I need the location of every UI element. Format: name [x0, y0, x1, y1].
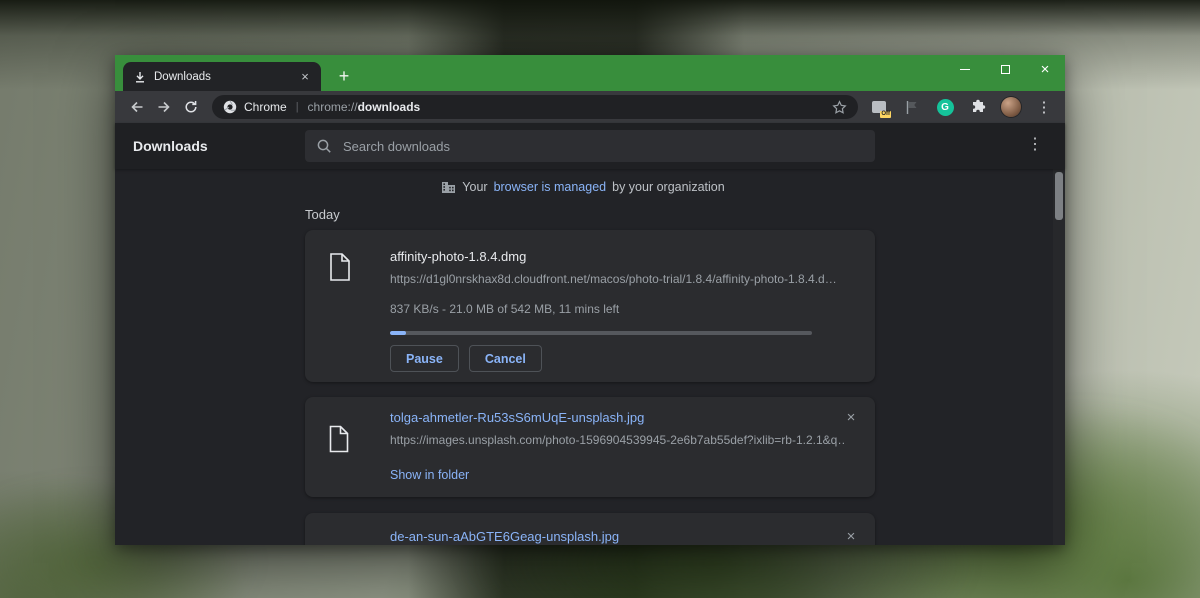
remove-download-button[interactable]: ×	[839, 405, 863, 429]
forward-button[interactable]	[150, 94, 177, 120]
profile-avatar[interactable]	[998, 94, 1024, 120]
extension-area: Off G ⋮	[866, 94, 1057, 120]
window-controls: ×	[945, 55, 1065, 84]
remove-download-button[interactable]: ×	[839, 524, 863, 545]
scrollbar-thumb[interactable]	[1055, 172, 1063, 220]
download-filename-link[interactable]: de-an-sun-aAbGTE6Geag-unsplash.jpg	[390, 529, 619, 544]
minimize-button[interactable]	[945, 55, 985, 84]
tab-title: Downloads	[154, 70, 211, 83]
show-in-folder-link[interactable]: Show in folder	[390, 468, 469, 482]
progress-fill	[390, 331, 407, 335]
extensions-puzzle-icon[interactable]	[965, 94, 991, 120]
desktop-background: Downloads × + × Chrome | chrome:// downl…	[0, 0, 1200, 598]
downloads-content: Your browser is managed by your organiza…	[115, 169, 1065, 545]
window-titlebar: Downloads × + ×	[115, 55, 1065, 91]
grammarly-extension-icon[interactable]: G	[932, 94, 958, 120]
file-icon	[328, 425, 350, 458]
close-icon: ×	[1040, 61, 1050, 78]
browser-menu-button[interactable]: ⋮	[1031, 94, 1057, 120]
site-label: Chrome	[244, 100, 287, 114]
file-icon	[328, 252, 352, 287]
downloads-menu-button[interactable]: ⋮	[1027, 137, 1043, 153]
back-button[interactable]	[123, 94, 150, 120]
download-progress	[390, 331, 812, 335]
pause-button[interactable]: Pause	[390, 345, 459, 372]
section-label-today: Today	[305, 207, 340, 222]
browser-window: Downloads × + × Chrome | chrome:// downl…	[115, 55, 1065, 545]
maximize-button[interactable]	[985, 55, 1025, 84]
managed-notice: Your browser is managed by your organiza…	[115, 180, 1051, 194]
extension-off-icon[interactable]: Off	[866, 94, 892, 120]
cancel-button[interactable]: Cancel	[468, 345, 542, 372]
bookmark-star-icon[interactable]	[832, 99, 847, 115]
managed-text-after: by your organization	[612, 180, 725, 194]
maximize-icon	[1000, 65, 1010, 74]
organization-building-icon	[441, 180, 456, 194]
search-input[interactable]	[343, 138, 864, 154]
search-icon	[316, 138, 332, 154]
download-card-complete: tolga-ahmetler-Ru53sS6mUqE-unsplash.jpg …	[305, 397, 875, 497]
flag-extension-icon[interactable]	[899, 94, 925, 120]
search-box[interactable]	[305, 130, 875, 162]
download-url: https://images.unsplash.com/photo-159690…	[390, 433, 845, 447]
avatar-image	[1001, 97, 1021, 117]
url-scheme: chrome://	[307, 100, 358, 114]
page-scrollbar[interactable]	[1053, 169, 1065, 545]
close-button[interactable]: ×	[1025, 55, 1065, 84]
download-status: 837 KB/s - 21.0 MB of 542 MB, 11 mins le…	[390, 302, 620, 316]
download-filename-link[interactable]: tolga-ahmetler-Ru53sS6mUqE-unsplash.jpg	[390, 410, 644, 425]
page-title: Downloads	[133, 138, 208, 154]
chrome-logo-icon	[223, 100, 237, 114]
download-card-in-progress: affinity-photo-1.8.4.dmg https://d1gl0nr…	[305, 230, 875, 382]
new-tab-button[interactable]: +	[331, 64, 357, 88]
download-actions: Pause Cancel	[390, 345, 542, 372]
url-page: downloads	[357, 100, 421, 114]
download-url: https://d1gl0nrskhax8d.cloudfront.net/ma…	[390, 272, 837, 286]
tab-close-icon[interactable]: ×	[298, 70, 312, 83]
tab-downloads[interactable]: Downloads ×	[123, 62, 321, 91]
download-card-partial: de-an-sun-aAbGTE6Geag-unsplash.jpg ×	[305, 513, 875, 545]
browser-toolbar: Chrome | chrome://downloads Off G ⋮	[115, 91, 1065, 123]
kebab-menu-icon: ⋮	[1036, 98, 1052, 116]
off-badge: Off	[880, 111, 891, 118]
downloads-header: Downloads ⋮	[115, 123, 1065, 169]
reload-button[interactable]	[177, 94, 204, 120]
grammarly-letter: G	[936, 98, 954, 116]
download-filename: affinity-photo-1.8.4.dmg	[390, 249, 527, 264]
url-divider: |	[295, 101, 299, 113]
address-bar[interactable]: Chrome | chrome://downloads	[212, 95, 858, 119]
minimize-icon	[960, 69, 970, 70]
managed-link[interactable]: browser is managed	[494, 180, 607, 194]
managed-text-before: Your	[462, 180, 488, 194]
download-icon	[134, 71, 146, 83]
